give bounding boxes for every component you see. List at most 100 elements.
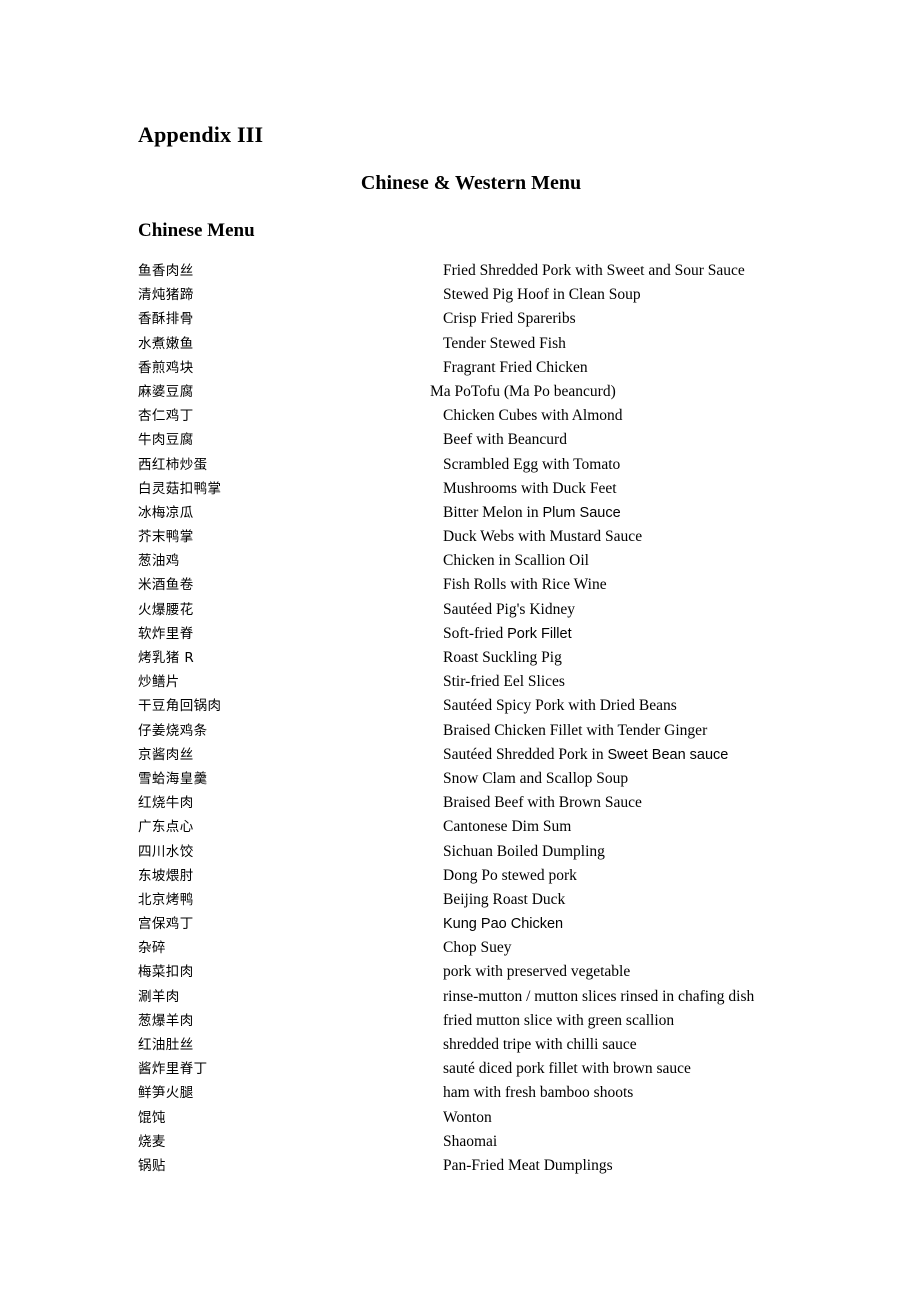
menu-row: 麻婆豆腐 Ma PoTofu (Ma Po beancurd) <box>0 380 920 404</box>
menu-item-chinese-name: 炒鳝片 <box>138 674 180 691</box>
menu-item-english-name: rinse-mutton / mutton slices rinsed in c… <box>443 987 755 1005</box>
document-page: Appendix III Chinese & Western Menu Chin… <box>0 0 920 1302</box>
menu-item-english-name: Stir-fried Eel Slices <box>443 673 565 691</box>
menu-item-chinese-name: 葱油鸡 <box>138 553 180 570</box>
appendix-title: Appendix III <box>138 122 264 147</box>
menu-item-english-sans-part: Plum Sauce <box>542 504 621 521</box>
menu-item-english-name: Snow Clam and Scallop Soup <box>443 769 629 787</box>
menu-item-english-name: Sautéed Spicy Pork with Dried Beans <box>443 697 677 715</box>
menu-row: 炒鳝片 Stir-fried Eel Slices <box>0 670 920 694</box>
menu-item-english-name: Chop Suey <box>443 939 512 957</box>
menu-item-chinese-name: 仔姜烧鸡条 <box>138 722 208 739</box>
menu-item-chinese-name: 杏仁鸡丁 <box>138 408 194 425</box>
menu-row: 米酒鱼卷 Fish Rolls with Rice Wine <box>0 573 920 597</box>
menu-item-chinese-name: 清炖猪蹄 <box>138 287 194 304</box>
menu-item-chinese-name: 红烧牛肉 <box>138 795 194 812</box>
menu-item-chinese-name: 酱炸里脊丁 <box>138 1061 208 1078</box>
menu-row: 杏仁鸡丁 Chicken Cubes with Almond <box>0 404 920 428</box>
menu-row: 馄饨 Wonton <box>0 1106 920 1130</box>
menu-item-chinese-name: 香煎鸡块 <box>138 359 194 376</box>
menu-item-english-name: Roast Suckling Pig <box>443 649 562 666</box>
menu-row: 牛肉豆腐 Beef with Beancurd <box>0 428 920 452</box>
menu-item-english-name: Mushrooms with Duck Feet <box>443 479 617 497</box>
menu-item-chinese-name: 雪蛤海皇羹 <box>138 770 208 787</box>
menu-row: 仔姜烧鸡条 Braised Chicken Fillet with Tender … <box>0 719 920 743</box>
menu-item-english-name: fried mutton slice with green scallion <box>443 1011 675 1029</box>
menu-item-english-name: Fish Rolls with Rice Wine <box>443 576 607 594</box>
menu-row: 芥末鸭掌 Duck Webs with Mustard Sauce <box>0 525 920 549</box>
menu-item-english-name: Braised Chicken Fillet with Tender Ginge… <box>443 721 708 739</box>
menu-item-chinese-name: 水煮嫩鱼 <box>138 335 194 352</box>
menu-row: 广东点心 Cantonese Dim Sum <box>0 815 920 839</box>
menu-item-english-name: Scrambled Egg with Tomato <box>443 455 621 473</box>
menu-row: 酱炸里脊丁 sauté diced pork fillet with brown … <box>0 1057 920 1081</box>
menu-item-english-name: Braised Beef with Brown Sauce <box>443 794 642 812</box>
menu-row: 葱爆羊肉 fried mutton slice with green scalli… <box>0 1009 920 1033</box>
menu-row: 红油肚丝 shredded tripe with chilli sauce <box>0 1033 920 1057</box>
menu-item-english-serif-part: Soft-fried <box>443 624 508 642</box>
menu-item-english-serif-part: Bitter Melon in <box>443 503 543 521</box>
menu-row: 香煎鸡块 Fragrant Fried Chicken <box>0 356 920 380</box>
menu-item-english-name: Shaomai <box>443 1132 498 1150</box>
menu-row: 四川水饺 Sichuan Boiled Dumpling <box>0 840 920 864</box>
menu-row: 干豆角回锅肉 Sautéed Spicy Pork with Dried Bean… <box>0 694 920 718</box>
menu-row: 香酥排骨 Crisp Fried Spareribs <box>0 307 920 331</box>
menu-item-english-name: Stewed Pig Hoof in Clean Soup <box>443 286 641 304</box>
menu-item-chinese-name: 馄饨 <box>138 1109 166 1126</box>
menu-item-chinese-name: 软炸里脊 <box>138 625 194 642</box>
menu-item-english-name: Chicken in Scallion Oil <box>443 552 589 570</box>
menu-item-chinese-name: 烧麦 <box>138 1133 166 1150</box>
menu-item-english-name: Tender Stewed Fish <box>443 334 566 352</box>
menu-item-english-name: Cantonese Dim Sum <box>443 818 572 836</box>
menu-row: 北京烤鸭 Beijing Roast Duck <box>0 888 920 912</box>
menu-row: 西红柿炒蛋 Scrambled Egg with Tomato <box>0 453 920 477</box>
menu-item-chinese-name: 葱爆羊肉 <box>138 1012 194 1029</box>
menu-row: 水煮嫩鱼 Tender Stewed Fish <box>0 332 920 356</box>
menu-item-chinese-name: 涮羊肉 <box>138 988 180 1005</box>
menu-item-chinese-name: 白灵菇扣鸭掌 <box>138 480 222 497</box>
menu-item-english-name: Beijing Roast Duck <box>443 890 566 908</box>
menu-item-english-name: ham with fresh bamboo shoots <box>443 1084 634 1102</box>
menu-item-english-name: Soft-fried Pork Fillet <box>443 622 572 646</box>
menu-row: 锅贴 Pan-Fried Meat Dumplings <box>0 1154 920 1178</box>
menu-item-english-name: Pan-Fried Meat Dumplings <box>443 1156 613 1174</box>
menu-item-chinese-name: 芥末鸭掌 <box>138 529 194 546</box>
menu-item-english-sans-part: Sweet Bean sauce <box>607 746 729 763</box>
menu-item-english-sans-part: Pork Fillet <box>507 625 572 642</box>
menu-item-chinese-name: 锅贴 <box>138 1157 166 1174</box>
menu-item-chinese-name: 鲜笋火腿 <box>138 1085 194 1102</box>
menu-item-english-name: Duck Webs with Mustard Sauce <box>443 528 643 546</box>
menu-item-english-name: Kung Pao Chicken <box>443 912 563 936</box>
menu-item-english-sans-part: Kung Pao Chicken <box>443 916 564 933</box>
menu-row: 鲜笋火腿 ham with fresh bamboo shoots <box>0 1081 920 1105</box>
menu-row: 火爆腰花 Sautéed Pig's Kidney <box>0 598 920 622</box>
menu-item-english-name: pork with preserved vegetable <box>443 963 631 981</box>
menu-item-english-name: Dong Po stewed pork <box>443 866 577 884</box>
menu-row: 杂碎 Chop Suey <box>0 936 920 960</box>
document-subtitle: Chinese & Western Menu <box>360 172 582 194</box>
menu-item-chinese-name: 麻婆豆腐 <box>138 383 194 400</box>
menu-item-chinese-name: 香酥排骨 <box>138 311 194 328</box>
menu-item-english-name: Fragrant Fried Chicken <box>443 358 588 376</box>
menu-item-chinese-name: 鱼香肉丝 <box>138 263 194 279</box>
menu-row: 白灵菇扣鸭掌 Mushrooms with Duck Feet <box>0 477 920 501</box>
menu-list: 鱼香肉丝 Fried Shredded Pork with Sweet and S… <box>0 259 920 1178</box>
menu-item-english-name: Bitter Melon in Plum Sauce <box>443 501 621 525</box>
menu-item-chinese-name: 米酒鱼卷 <box>138 577 194 594</box>
menu-row: 冰梅凉瓜 Bitter Melon in Plum Sauce <box>0 501 920 525</box>
menu-item-chinese-name: 干豆角回锅肉 <box>138 698 222 715</box>
menu-item-english-name: Sautéed Pig's Kidney <box>443 600 575 618</box>
menu-item-english-name: sauté diced pork fillet with brown sauce <box>443 1060 691 1078</box>
menu-item-english-serif-part: Sautéed Shredded Pork in <box>443 745 608 763</box>
menu-item-chinese-name: 牛肉豆腐 <box>138 432 194 449</box>
menu-row: 鱼香肉丝 Fried Shredded Pork with Sweet and S… <box>0 259 920 283</box>
section-heading-chinese-menu: Chinese Menu <box>138 220 255 241</box>
menu-row: 清炖猪蹄 Stewed Pig Hoof in Clean Soup <box>0 283 920 307</box>
menu-row: 雪蛤海皇羹 Snow Clam and Scallop Soup <box>0 767 920 791</box>
menu-item-chinese-name: 火爆腰花 <box>138 601 194 618</box>
menu-item-english-name: Sautéed Shredded Pork in Sweet Bean sauc… <box>443 743 728 767</box>
menu-row: 梅菜扣肉 pork with preserved vegetable <box>0 960 920 984</box>
menu-item-chinese-name: 东坡煨肘 <box>138 867 194 884</box>
menu-item-english-name: Ma PoTofu (Ma Po beancurd) <box>430 382 616 400</box>
menu-item-chinese-name: 宫保鸡丁 <box>138 916 194 933</box>
